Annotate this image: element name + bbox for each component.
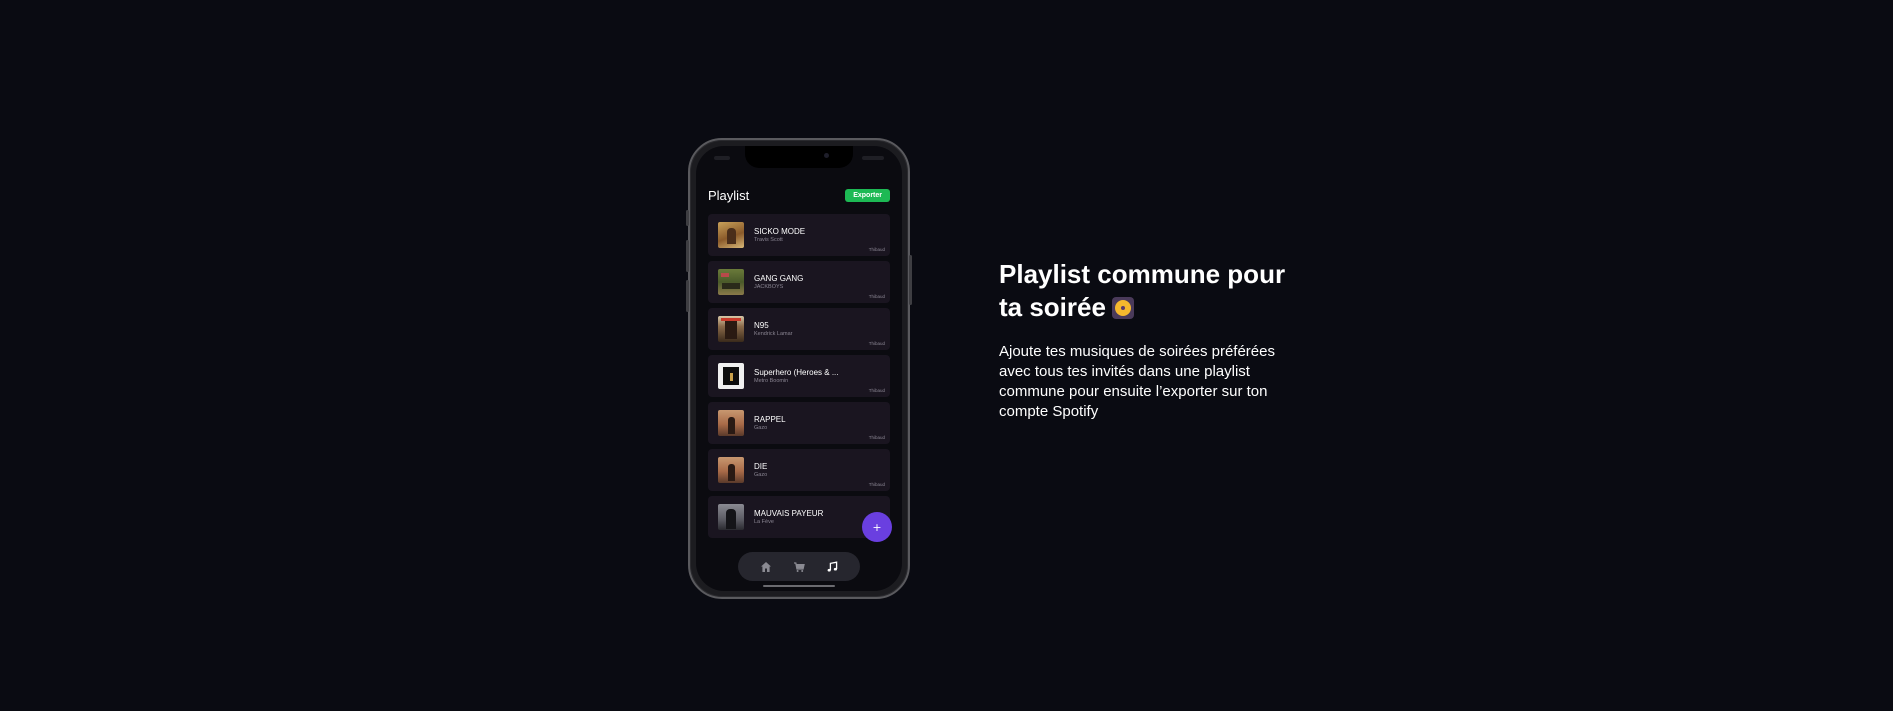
status-indicators — [862, 156, 884, 160]
track-artist: Travis Scott — [754, 237, 783, 243]
track-artist: La Fève — [754, 519, 774, 525]
track-row[interactable]: N95 Kendrick Lamar Thibaud — [708, 308, 890, 350]
phone-mockup: Playlist Exporter SICKO MODE Travis Scot… — [686, 138, 912, 599]
track-artist: JACKBOYS — [754, 284, 784, 290]
track-artist: Metro Boomin — [754, 378, 789, 384]
phone-notch — [745, 146, 853, 168]
power-button — [909, 255, 912, 305]
volume-down-button — [686, 280, 689, 312]
track-title: RAPPEL — [754, 415, 786, 424]
app-header: Playlist Exporter — [708, 186, 890, 204]
dvd-icon — [1111, 297, 1134, 319]
track-row[interactable]: DIE Gazo Thibaud — [708, 449, 890, 491]
album-cover — [718, 457, 744, 483]
page-title: Playlist — [708, 187, 750, 203]
track-row[interactable]: RAPPEL Gazo Thibaud — [708, 402, 890, 444]
track-added-by: Thibaud — [868, 435, 885, 440]
track-row[interactable]: GANG GANG JACKBOYS Thibaud — [708, 261, 890, 303]
mute-switch — [686, 210, 689, 226]
track-artist: Kendrick Lamar — [754, 331, 793, 337]
phone-screen: Playlist Exporter SICKO MODE Travis Scot… — [696, 146, 902, 591]
volume-up-button — [686, 240, 689, 272]
track-added-by: Thibaud — [868, 341, 885, 346]
add-track-button[interactable]: + — [862, 512, 892, 542]
page: Playlist Exporter SICKO MODE Travis Scot… — [0, 0, 1893, 711]
camera-icon — [824, 153, 829, 158]
headline-text: Playlist commune pour ta soirée — [999, 259, 1286, 322]
track-added-by: Thibaud — [868, 247, 885, 252]
feature-copy: Playlist commune pour ta soirée Ajoute t… — [999, 258, 1299, 422]
music-note-icon[interactable] — [825, 560, 839, 574]
album-cover — [718, 504, 744, 530]
tab-bar — [738, 552, 860, 581]
cart-icon[interactable] — [792, 560, 806, 574]
track-title: N95 — [754, 321, 769, 330]
album-cover — [718, 363, 744, 389]
track-list: SICKO MODE Travis Scott Thibaud GANG GAN… — [708, 214, 890, 538]
track-added-by: Thibaud — [868, 294, 885, 299]
track-row[interactable]: SICKO MODE Travis Scott Thibaud — [708, 214, 890, 256]
track-title: DIE — [754, 462, 768, 471]
track-row[interactable]: Superhero (Heroes & ... Metro Boomin Thi… — [708, 355, 890, 397]
album-cover — [718, 410, 744, 436]
album-cover — [718, 222, 744, 248]
track-title: MAUVAIS PAYEUR — [754, 509, 824, 518]
track-title: GANG GANG — [754, 274, 804, 283]
track-title: Superhero (Heroes & ... — [754, 368, 839, 377]
track-title: SICKO MODE — [754, 227, 806, 236]
feature-description: Ajoute tes musiques de soirées préférées… — [999, 343, 1275, 420]
track-artist: Gazo — [754, 425, 768, 431]
album-cover — [718, 269, 744, 295]
track-added-by: Thibaud — [868, 482, 885, 487]
track-added-by: Thibaud — [868, 388, 885, 393]
export-button[interactable]: Exporter — [845, 188, 890, 202]
home-icon[interactable] — [759, 560, 773, 574]
status-time — [714, 156, 730, 160]
track-artist: Gazo — [754, 472, 768, 478]
album-cover — [718, 316, 744, 342]
home-indicator — [763, 585, 835, 587]
feature-headline: Playlist commune pour ta soirée — [999, 258, 1299, 324]
